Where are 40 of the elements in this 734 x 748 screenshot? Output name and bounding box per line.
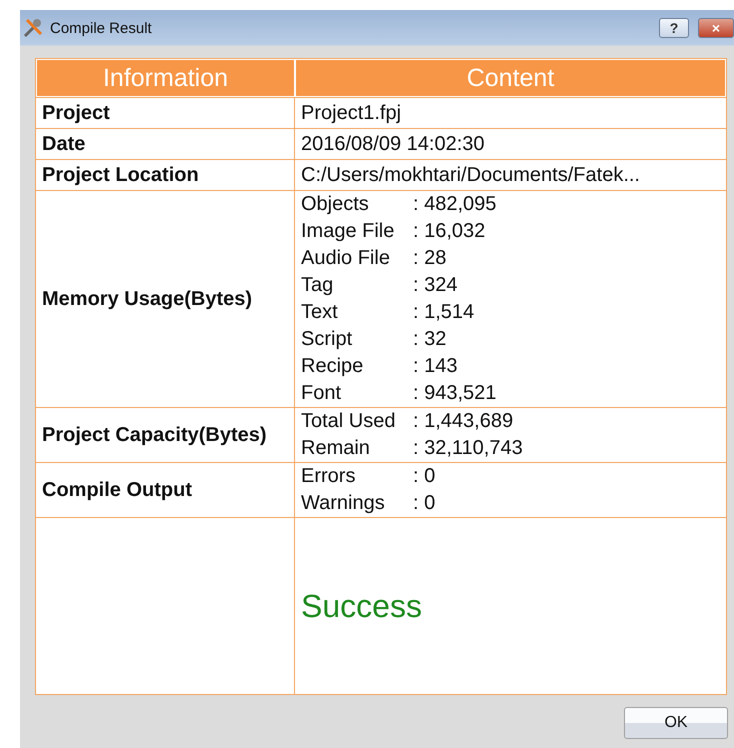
detail-value: : 16,032 xyxy=(413,219,486,244)
detail-value: : 32 xyxy=(413,327,448,352)
result-text: Success xyxy=(301,588,423,624)
detail-value: : 1,443,689 xyxy=(413,409,514,434)
detail-value: : 143 xyxy=(413,354,458,379)
column-header: Information xyxy=(36,59,295,97)
ok-button[interactable]: OK xyxy=(624,707,728,739)
detail-name: Image File xyxy=(301,219,396,244)
row-label: Date xyxy=(42,132,86,156)
detail-value: : 0 xyxy=(413,491,436,516)
row-value: 2016/08/09 14:02:30 xyxy=(301,132,486,156)
detail-value: : 1,514 xyxy=(413,300,476,325)
detail-name: Objects xyxy=(301,192,370,217)
detail-name: Remain xyxy=(301,436,371,461)
row-value: Project1.fpj xyxy=(301,102,402,124)
detail-value: : 32,110,743 xyxy=(413,436,524,461)
detail-value: : 482,095 xyxy=(413,192,498,217)
detail-name: Font xyxy=(301,381,342,406)
detail-name: Warnings xyxy=(301,491,386,516)
tools-icon xyxy=(22,17,44,39)
row-label: Compile Output xyxy=(42,478,193,502)
detail-name: Errors xyxy=(301,464,356,489)
detail-value: : 943,521 xyxy=(413,381,498,406)
row-label: Memory Usage(Bytes) xyxy=(42,288,254,310)
detail-name: Text xyxy=(301,300,339,325)
detail-name: Recipe xyxy=(301,354,364,379)
detail-name: Total Used xyxy=(301,409,396,434)
help-button[interactable]: ? xyxy=(659,18,689,38)
row-label: Project xyxy=(42,102,111,124)
column-header: Content xyxy=(295,59,726,97)
detail-value: : 28 xyxy=(413,246,448,271)
row-value: C:/Users/mokhtari/Documents/Fatek... xyxy=(301,164,641,186)
detail-name: Tag xyxy=(301,273,334,298)
window-title: Compile Result xyxy=(50,20,153,36)
detail-name: Audio File xyxy=(301,246,391,271)
detail-value: : 0 xyxy=(413,464,436,489)
row-label: Project Location xyxy=(42,164,200,186)
detail-value: : 324 xyxy=(413,273,458,298)
detail-name: Script xyxy=(301,327,354,352)
row-label: Project Capacity(Bytes) xyxy=(42,424,268,446)
